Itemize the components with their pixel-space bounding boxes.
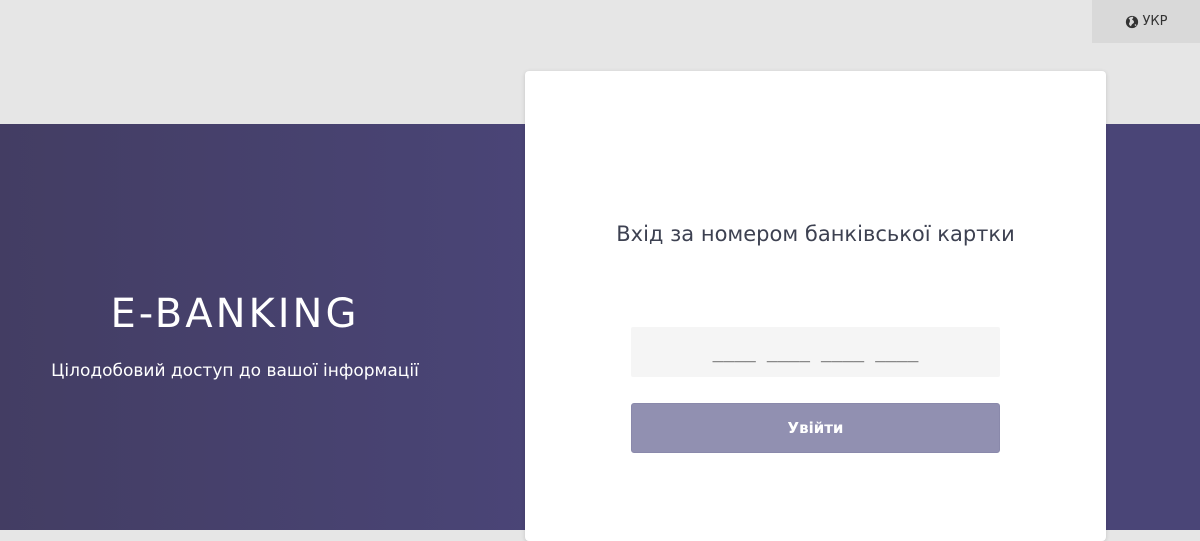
language-switcher-button[interactable]: УКР — [1092, 0, 1200, 43]
card-number-input[interactable] — [631, 327, 1000, 377]
brand-tagline: Цілодобовий доступ до вашої інформації — [51, 361, 419, 381]
brand-title: E-BANKING — [110, 291, 360, 337]
login-button[interactable]: Увійти — [631, 403, 1000, 453]
globe-icon — [1125, 15, 1138, 28]
login-heading: Вхід за номером банківської картки — [616, 222, 1015, 246]
language-label: УКР — [1142, 14, 1168, 29]
card-number-field-wrapper — [631, 327, 1000, 377]
login-card: Вхід за номером банківської картки Увійт… — [525, 71, 1106, 541]
